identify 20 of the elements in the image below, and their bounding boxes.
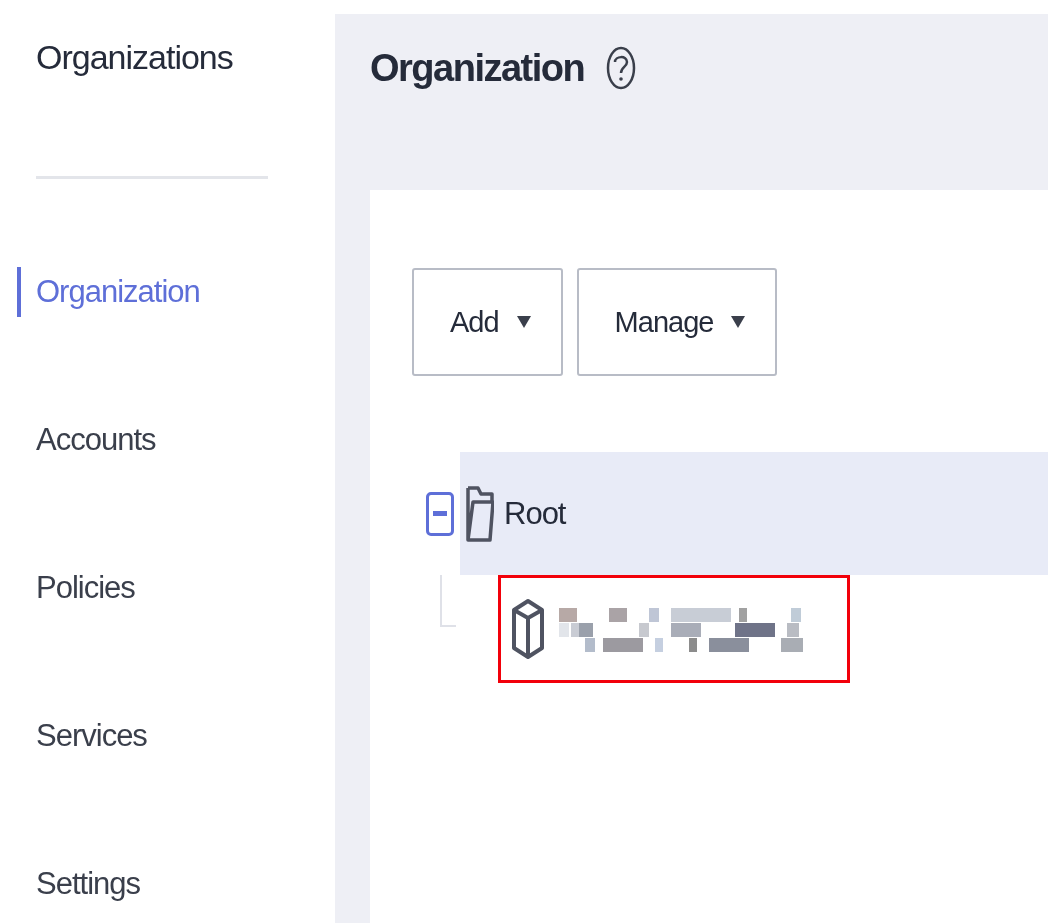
caret-icon [731,316,746,328]
tree-node[interactable]: Root [460,452,1048,575]
caret-icon [516,316,531,328]
nav-item[interactable]: Settings [36,859,140,909]
cube-icon [511,598,545,660]
folder-icon [466,484,494,543]
minus-icon [433,511,447,516]
nav-item[interactable]: Services [36,711,147,761]
dropdown-button[interactable]: Add [412,268,563,376]
dropdown-button[interactable]: Manage [576,268,778,376]
page-title: Organization [370,46,585,90]
sidebar-title: Organizations [36,38,234,78]
help-icon[interactable] [606,46,637,90]
tree-node[interactable] [498,575,850,683]
nav-item[interactable]: Organization [36,267,200,317]
collapse-toggle[interactable] [426,491,454,536]
selection-indicator [17,267,21,317]
tree-connector [440,575,456,627]
nav-item[interactable]: Policies [36,563,135,613]
nav-item[interactable]: Accounts [36,415,156,465]
